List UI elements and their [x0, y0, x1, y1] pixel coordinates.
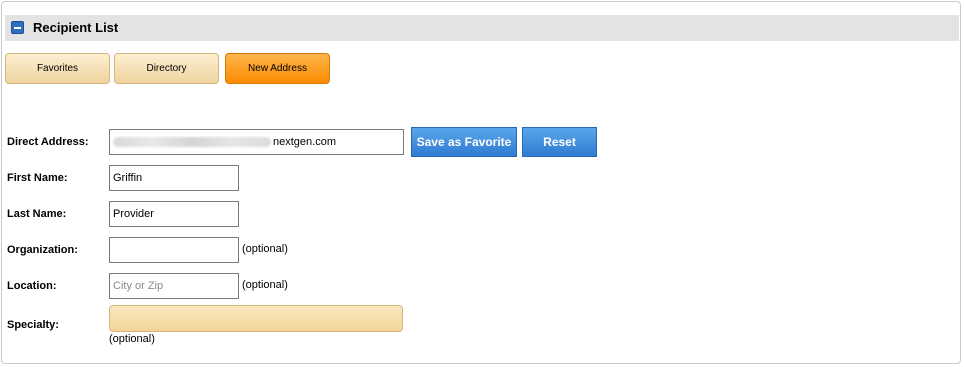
tab-new-address[interactable]: New Address	[225, 53, 330, 84]
last-name-input[interactable]	[109, 201, 239, 227]
section-header: Recipient List	[5, 15, 959, 41]
specialty-select[interactable]	[109, 305, 403, 332]
direct-address-domain: nextgen.com	[273, 136, 336, 148]
organization-optional-note: (optional)	[242, 243, 288, 255]
organization-label: Organization:	[7, 244, 78, 256]
specialty-optional-note: (optional)	[109, 333, 155, 345]
direct-address-label: Direct Address:	[7, 136, 89, 148]
first-name-label: First Name:	[7, 172, 68, 184]
save-as-favorite-button[interactable]: Save as Favorite	[411, 127, 517, 157]
location-optional-note: (optional)	[242, 279, 288, 291]
redacted-text	[113, 137, 271, 147]
specialty-label: Specialty:	[7, 319, 59, 331]
first-name-input[interactable]	[109, 165, 239, 191]
last-name-label: Last Name:	[7, 208, 67, 220]
tab-directory[interactable]: Directory	[114, 53, 219, 84]
location-label: Location:	[7, 280, 57, 292]
organization-input[interactable]	[109, 237, 239, 263]
reset-button[interactable]: Reset	[522, 127, 597, 157]
location-input[interactable]	[109, 273, 239, 299]
direct-address-input[interactable]: nextgen.com	[109, 129, 404, 155]
section-title: Recipient List	[33, 20, 119, 35]
collapse-icon[interactable]	[11, 21, 24, 34]
tab-favorites[interactable]: Favorites	[5, 53, 110, 84]
